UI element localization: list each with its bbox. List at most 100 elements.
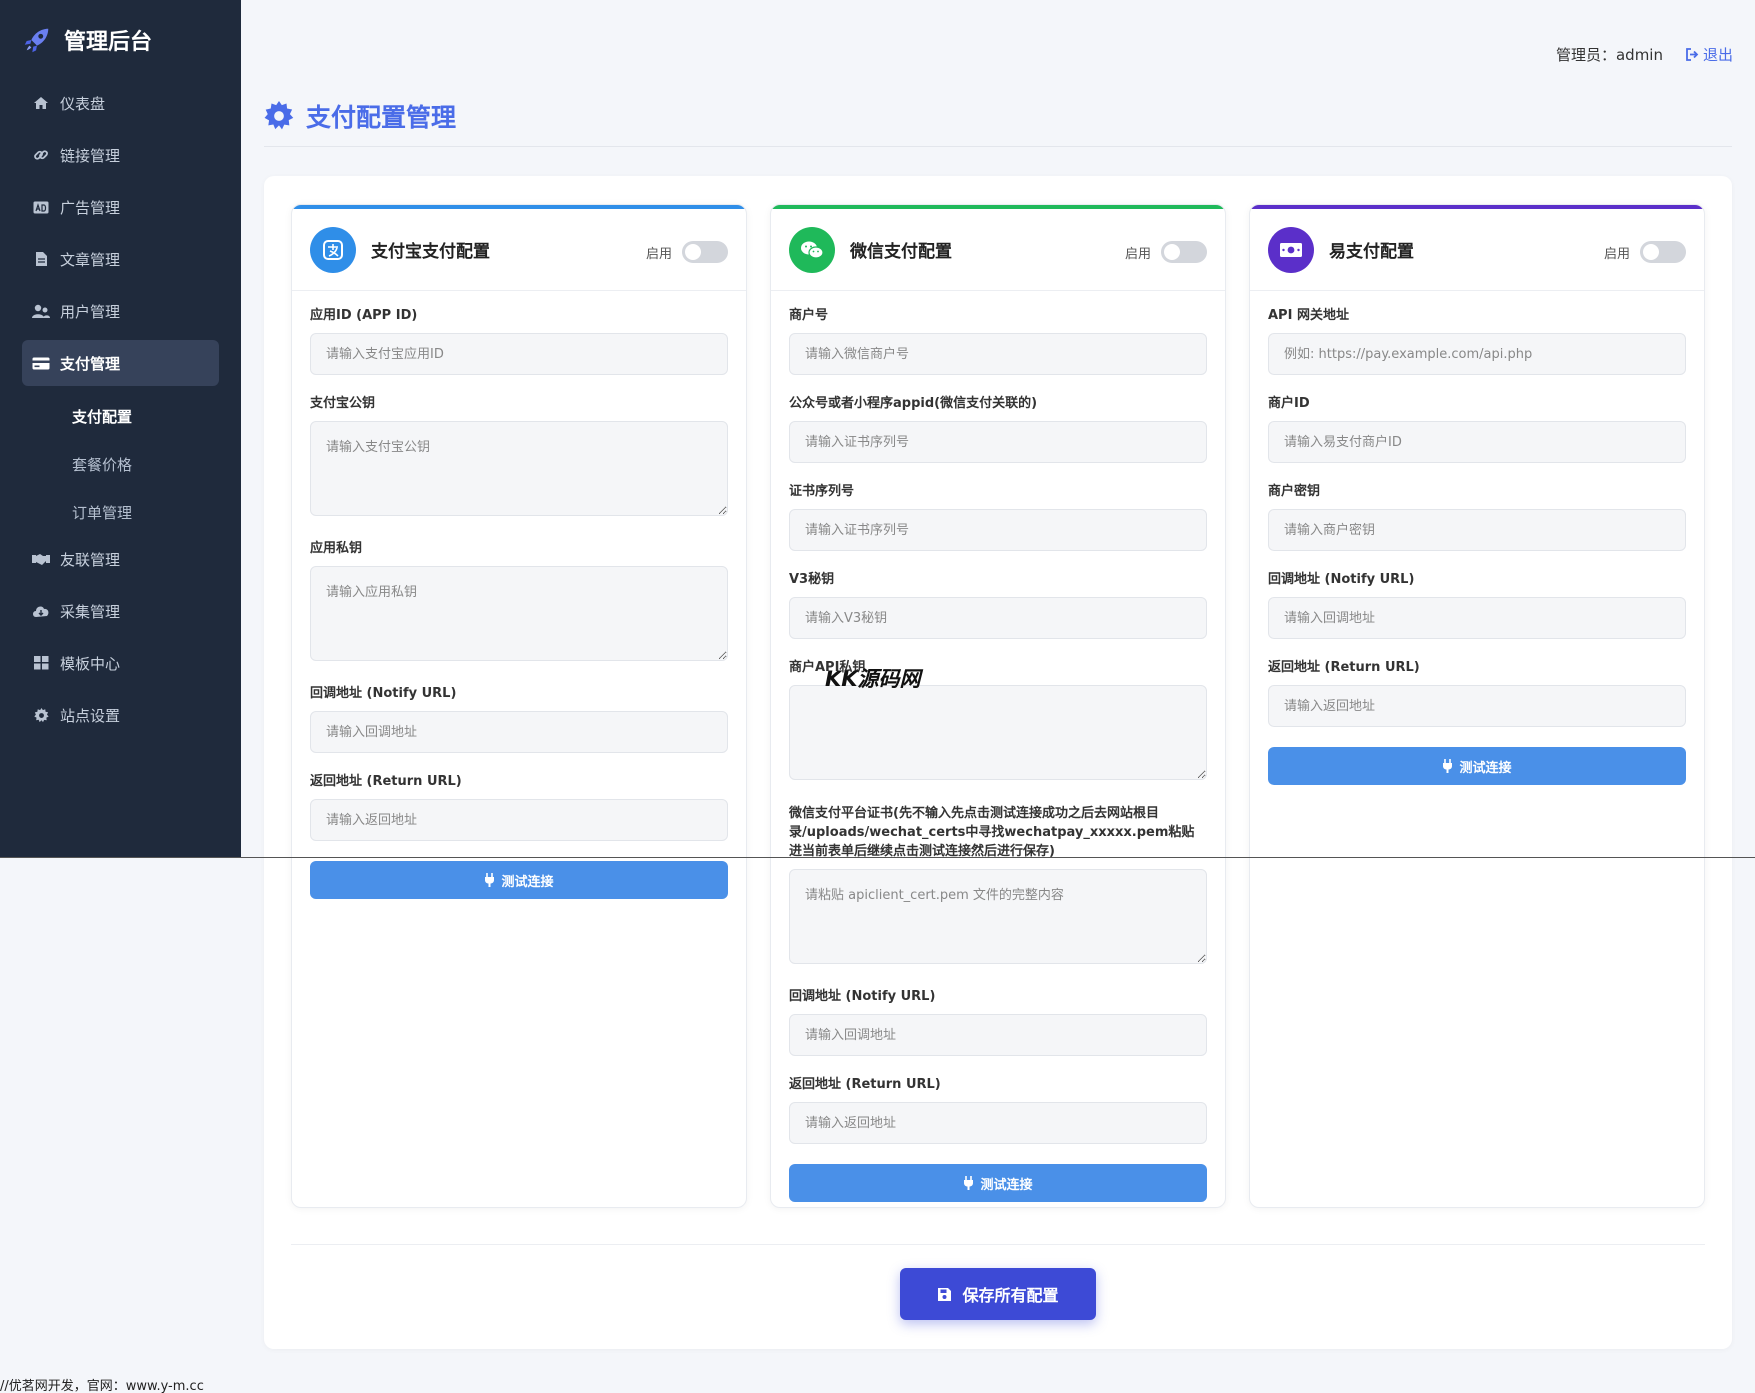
save-divider	[291, 1244, 1705, 1245]
sidebar-item-label: 友联管理	[60, 550, 121, 569]
wechat-mch-id-label: 商户号	[789, 308, 829, 323]
wechat-return-url-input[interactable]	[789, 1102, 1207, 1144]
save-icon	[938, 1287, 952, 1301]
sidebar-item-site-settings[interactable]: 站点设置	[22, 692, 219, 738]
file-icon	[32, 251, 50, 267]
sidebar-item-label: 广告管理	[60, 198, 121, 217]
epay-test-connection-button[interactable]: 测试连接	[1268, 747, 1686, 785]
gear-icon	[32, 707, 50, 723]
wechat-test-connection-button[interactable]: 测试连接	[789, 1164, 1207, 1202]
wechat-card-title: 微信支付配置	[850, 242, 952, 262]
sidebar-item-collect[interactable]: 采集管理	[22, 588, 219, 634]
sidebar-item-dashboard[interactable]: 仪表盘	[22, 80, 219, 126]
alipay-public-key-label: 支付宝公钥	[310, 396, 376, 411]
epay-card-header: 易支付配置 启用	[1250, 209, 1704, 291]
epay-notify-url-input[interactable]	[1268, 597, 1686, 639]
plug-icon	[485, 873, 495, 887]
wechat-serial-label: 证书序列号	[789, 484, 855, 499]
save-all-label: 保存所有配置	[962, 1286, 1059, 1305]
epay-return-url-input[interactable]	[1268, 685, 1686, 727]
sidebar-item-users[interactable]: 用户管理	[22, 288, 219, 334]
alipay-notify-url-label: 回调地址 (Notify URL)	[310, 686, 457, 701]
enable-label: 启用	[1603, 246, 1630, 262]
wechat-card: 微信支付配置 启用 商户号 公众号或者小程序appid(微信支付关联的) 证书序…	[770, 204, 1226, 1208]
wechat-appid-input[interactable]	[789, 421, 1207, 463]
sidebar-subitem-label: 套餐价格	[72, 455, 133, 474]
wechat-enable-toggle[interactable]	[1161, 241, 1207, 263]
alipay-card-title: 支付宝支付配置	[371, 242, 490, 262]
epay-gateway-input[interactable]	[1268, 333, 1686, 375]
sidebar-subitem-payment-config[interactable]: 支付配置	[22, 392, 219, 440]
users-icon	[32, 303, 50, 319]
sidebar: 管理后台 仪表盘 链接管理 广告管理 文章管理 用户管理 支付管理 支付配置 套…	[0, 0, 241, 857]
sidebar-item-friend-links[interactable]: 友联管理	[22, 536, 219, 582]
payment-config-panel: 支付宝支付配置 启用 应用ID (APP ID) 支付宝公钥 应用私钥 回调地址…	[264, 176, 1732, 1349]
epay-enable: 启用	[1604, 241, 1686, 263]
sidebar-nav: 仪表盘 链接管理 广告管理 文章管理 用户管理 支付管理 支付配置 套餐价格 订…	[0, 80, 241, 738]
sidebar-subitem-label: 支付配置	[72, 407, 133, 426]
alipay-test-connection-button[interactable]: 测试连接	[310, 861, 728, 899]
wechat-serial-input[interactable]	[789, 509, 1207, 551]
enable-label: 启用	[1124, 246, 1151, 262]
footer-text: //优茗网开发，官网：www.y-m.cc	[0, 1379, 204, 1393]
epay-mch-id-input[interactable]	[1268, 421, 1686, 463]
cloud-download-icon	[32, 603, 50, 619]
alipay-private-key-textarea[interactable]	[310, 566, 728, 661]
alipay-appid-input[interactable]	[310, 333, 728, 375]
sidebar-item-label: 文章管理	[60, 250, 121, 269]
test-connection-label: 测试连接	[1459, 760, 1512, 776]
sidebar-item-articles[interactable]: 文章管理	[22, 236, 219, 282]
epay-notify-url-label: 回调地址 (Notify URL)	[1268, 572, 1415, 587]
plug-icon	[964, 1176, 974, 1190]
epay-card-body: API 网关地址 商户ID 商户密钥 回调地址 (Notify URL) 返回地…	[1250, 291, 1704, 1207]
plug-icon	[1443, 759, 1453, 773]
rocket-icon	[24, 28, 49, 53]
sidebar-item-label: 采集管理	[60, 602, 121, 621]
wechat-cert-textarea[interactable]	[789, 869, 1207, 964]
wechat-card-header: 微信支付配置 启用	[771, 209, 1225, 291]
alipay-public-key-textarea[interactable]	[310, 421, 728, 516]
sidebar-item-templates[interactable]: 模板中心	[22, 640, 219, 686]
handshake-icon	[32, 551, 50, 567]
alipay-appid-label: 应用ID (APP ID)	[310, 308, 418, 323]
sidebar-item-payments[interactable]: 支付管理	[22, 340, 219, 386]
sidebar-item-label: 支付管理	[60, 354, 121, 373]
page-title: 支付配置管理	[264, 98, 456, 134]
alipay-enable-toggle[interactable]	[682, 241, 728, 263]
epay-enable-toggle[interactable]	[1640, 241, 1686, 263]
ad-icon	[32, 199, 50, 215]
brand[interactable]: 管理后台	[0, 0, 241, 80]
wechat-appid-label: 公众号或者小程序appid(微信支付关联的)	[789, 396, 1038, 411]
logout-link[interactable]: 退出	[1685, 44, 1733, 65]
admin-username: 管理员：admin	[1555, 46, 1663, 64]
wechat-card-body: 商户号 公众号或者小程序appid(微信支付关联的) 证书序列号 V3秘钥 商户…	[771, 291, 1225, 1207]
wechat-mch-id-input[interactable]	[789, 333, 1207, 375]
wechat-icon	[789, 226, 835, 273]
sidebar-item-label: 链接管理	[60, 146, 121, 165]
grid-icon	[32, 655, 50, 671]
wechat-api-key-textarea[interactable]	[789, 685, 1207, 780]
alipay-notify-url-input[interactable]	[310, 711, 728, 753]
alipay-return-url-input[interactable]	[310, 799, 728, 841]
alipay-enable: 启用	[646, 241, 728, 263]
sidebar-subitem-label: 订单管理	[72, 503, 133, 522]
sidebar-item-ads[interactable]: 广告管理	[22, 184, 219, 230]
alipay-card: 支付宝支付配置 启用 应用ID (APP ID) 支付宝公钥 应用私钥 回调地址…	[291, 204, 747, 1208]
sidebar-item-links[interactable]: 链接管理	[22, 132, 219, 178]
alipay-card-body: 应用ID (APP ID) 支付宝公钥 应用私钥 回调地址 (Notify UR…	[292, 291, 746, 1207]
epay-mch-id-label: 商户ID	[1268, 396, 1310, 411]
wechat-notify-url-label: 回调地址 (Notify URL)	[789, 989, 936, 1004]
wechat-v3-key-input[interactable]	[789, 597, 1207, 639]
title-divider	[264, 146, 1732, 147]
sidebar-item-label: 用户管理	[60, 302, 121, 321]
wechat-cert-label: 微信支付平台证书(先不输入先点击测试连接成功之后去网站根目录/uploads/w…	[789, 806, 1195, 859]
enable-label: 启用	[645, 246, 672, 262]
epay-return-url-label: 返回地址 (Return URL)	[1268, 660, 1420, 675]
wechat-notify-url-input[interactable]	[789, 1014, 1207, 1056]
sidebar-subitem-plan-prices[interactable]: 套餐价格	[22, 440, 219, 488]
alipay-return-url-label: 返回地址 (Return URL)	[310, 774, 462, 789]
sidebar-subitem-orders[interactable]: 订单管理	[22, 488, 219, 536]
epay-card: 易支付配置 启用 API 网关地址 商户ID 商户密钥 回调地址 (Notify…	[1249, 204, 1705, 1208]
epay-key-input[interactable]	[1268, 509, 1686, 551]
save-all-button[interactable]: 保存所有配置	[900, 1268, 1096, 1320]
